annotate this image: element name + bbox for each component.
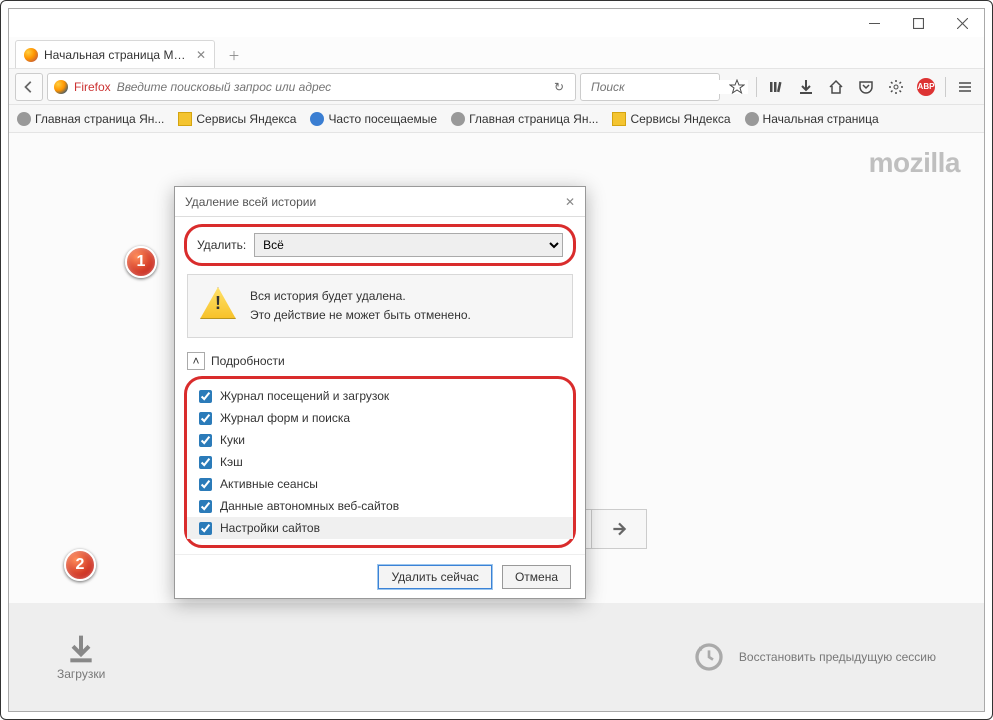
restore-label: Восстановить предыдущую сессию bbox=[739, 650, 936, 664]
bookmark-star-icon[interactable] bbox=[724, 73, 750, 101]
separator bbox=[945, 77, 946, 97]
gear-icon[interactable] bbox=[883, 73, 909, 101]
reload-icon[interactable]: ↻ bbox=[549, 80, 569, 94]
warning-icon bbox=[200, 287, 236, 319]
warning-line-2: Это действие не может быть отменено. bbox=[250, 306, 471, 325]
downloads-shortcut[interactable]: Загрузки bbox=[57, 633, 105, 681]
folder-icon bbox=[612, 112, 626, 126]
globe-icon bbox=[310, 112, 324, 126]
item-browsing-history[interactable]: Журнал посещений и загрузок bbox=[197, 385, 563, 407]
bookmark-label: Сервисы Яндекса bbox=[196, 112, 296, 126]
restore-icon bbox=[693, 641, 725, 673]
bookmark-item[interactable]: Сервисы Яндекса bbox=[178, 112, 296, 126]
warning-line-1: Вся история будет удалена. bbox=[250, 287, 471, 306]
bookmark-item[interactable]: Главная страница Ян... bbox=[451, 112, 598, 126]
checkbox[interactable] bbox=[199, 522, 212, 535]
item-active-sessions[interactable]: Активные сеансы bbox=[197, 473, 563, 495]
bookmark-label: Главная страница Ян... bbox=[35, 112, 164, 126]
folder-icon bbox=[178, 112, 192, 126]
checkbox[interactable] bbox=[199, 478, 212, 491]
delete-label: Удалить: bbox=[197, 238, 246, 252]
details-label: Подробности bbox=[211, 354, 285, 368]
warning-box: Вся история будет удалена. Это действие … bbox=[187, 274, 573, 338]
identity-label: Firefox bbox=[74, 80, 111, 94]
callout-marker-1: 1 bbox=[125, 246, 157, 278]
globe-icon bbox=[745, 112, 759, 126]
globe-icon bbox=[17, 112, 31, 126]
restore-session-button[interactable]: Восстановить предыдущую сессию bbox=[693, 641, 936, 673]
bookmark-label: Часто посещаемые bbox=[328, 112, 437, 126]
window-titlebar bbox=[9, 9, 984, 37]
dialog-title: Удаление всей истории bbox=[185, 195, 316, 209]
close-window-button[interactable] bbox=[940, 9, 984, 37]
chevron-up-icon: ˄ bbox=[187, 352, 205, 370]
bookmark-item[interactable]: Сервисы Яндекса bbox=[612, 112, 730, 126]
item-cache[interactable]: Кэш bbox=[197, 451, 563, 473]
back-button[interactable] bbox=[15, 73, 43, 101]
dialog-buttons: Удалить сейчас Отмена bbox=[175, 554, 585, 598]
checkbox[interactable] bbox=[199, 434, 212, 447]
nav-toolbar: Firefox ↻ ABP bbox=[9, 69, 984, 105]
download-arrow-icon bbox=[65, 633, 97, 665]
home-search-button[interactable] bbox=[591, 509, 647, 549]
abp-icon[interactable]: ABP bbox=[913, 73, 939, 101]
delete-now-button[interactable]: Удалить сейчас bbox=[378, 565, 491, 589]
bookmark-item[interactable]: Начальная страница bbox=[745, 112, 879, 126]
new-tab-button[interactable]: ＋ bbox=[221, 42, 247, 68]
globe-icon bbox=[451, 112, 465, 126]
time-range-row: Удалить: Всё bbox=[184, 224, 576, 266]
tab-bar: Начальная страница Mozill ✕ ＋ bbox=[9, 37, 984, 69]
cancel-button[interactable]: Отмена bbox=[502, 565, 571, 589]
checkbox[interactable] bbox=[199, 456, 212, 469]
firefox-icon bbox=[54, 80, 68, 94]
bottom-toolbar: Загрузки Восстановить предыдущую сессию bbox=[9, 603, 984, 711]
item-site-settings[interactable]: Настройки сайтов bbox=[187, 517, 573, 539]
bookmark-label: Главная страница Ян... bbox=[469, 112, 598, 126]
item-cookies[interactable]: Куки bbox=[197, 429, 563, 451]
item-label: Кэш bbox=[220, 455, 243, 469]
browser-tab[interactable]: Начальная страница Mozill ✕ bbox=[15, 40, 215, 68]
separator bbox=[756, 77, 757, 97]
details-toggle[interactable]: ˄ Подробности bbox=[187, 346, 573, 376]
downloads-icon[interactable] bbox=[793, 73, 819, 101]
item-form-history[interactable]: Журнал форм и поиска bbox=[197, 407, 563, 429]
time-range-select[interactable]: Всё bbox=[254, 233, 563, 257]
search-bar[interactable] bbox=[580, 73, 720, 101]
bookmarks-bar: Главная страница Ян... Сервисы Яндекса Ч… bbox=[9, 105, 984, 133]
minimize-button[interactable] bbox=[852, 9, 896, 37]
clear-history-dialog: Удаление всей истории ✕ Удалить: Всё Вся… bbox=[174, 186, 586, 599]
callout-marker-2: 2 bbox=[64, 549, 96, 581]
menu-icon[interactable] bbox=[952, 73, 978, 101]
checkbox[interactable] bbox=[199, 412, 212, 425]
bookmark-label: Начальная страница bbox=[763, 112, 879, 126]
home-icon[interactable] bbox=[823, 73, 849, 101]
dialog-titlebar: Удаление всей истории ✕ bbox=[175, 187, 585, 217]
item-label: Журнал форм и поиска bbox=[220, 411, 350, 425]
close-tab-icon[interactable]: ✕ bbox=[196, 48, 206, 62]
checkbox[interactable] bbox=[199, 500, 212, 513]
pocket-icon[interactable] bbox=[853, 73, 879, 101]
bookmark-item[interactable]: Главная страница Ян... bbox=[17, 112, 164, 126]
firefox-icon bbox=[24, 48, 38, 62]
bookmark-item[interactable]: Часто посещаемые bbox=[310, 112, 437, 126]
item-offline-data[interactable]: Данные автономных веб-сайтов bbox=[197, 495, 563, 517]
item-label: Активные сеансы bbox=[220, 477, 318, 491]
tab-title: Начальная страница Mozill bbox=[44, 48, 190, 62]
downloads-label: Загрузки bbox=[57, 667, 105, 681]
item-label: Куки bbox=[220, 433, 245, 447]
maximize-button[interactable] bbox=[896, 9, 940, 37]
item-label: Настройки сайтов bbox=[220, 521, 320, 535]
checkbox[interactable] bbox=[199, 390, 212, 403]
url-input[interactable] bbox=[117, 80, 543, 94]
item-label: Журнал посещений и загрузок bbox=[220, 389, 389, 403]
library-icon[interactable] bbox=[763, 73, 789, 101]
item-label: Данные автономных веб-сайтов bbox=[220, 499, 399, 513]
bookmark-label: Сервисы Яндекса bbox=[630, 112, 730, 126]
url-bar[interactable]: Firefox ↻ bbox=[47, 73, 576, 101]
mozilla-logo: mozilla bbox=[869, 147, 960, 179]
clear-items-list: Журнал посещений и загрузок Журнал форм … bbox=[184, 376, 576, 548]
dialog-close-icon[interactable]: ✕ bbox=[565, 195, 575, 209]
